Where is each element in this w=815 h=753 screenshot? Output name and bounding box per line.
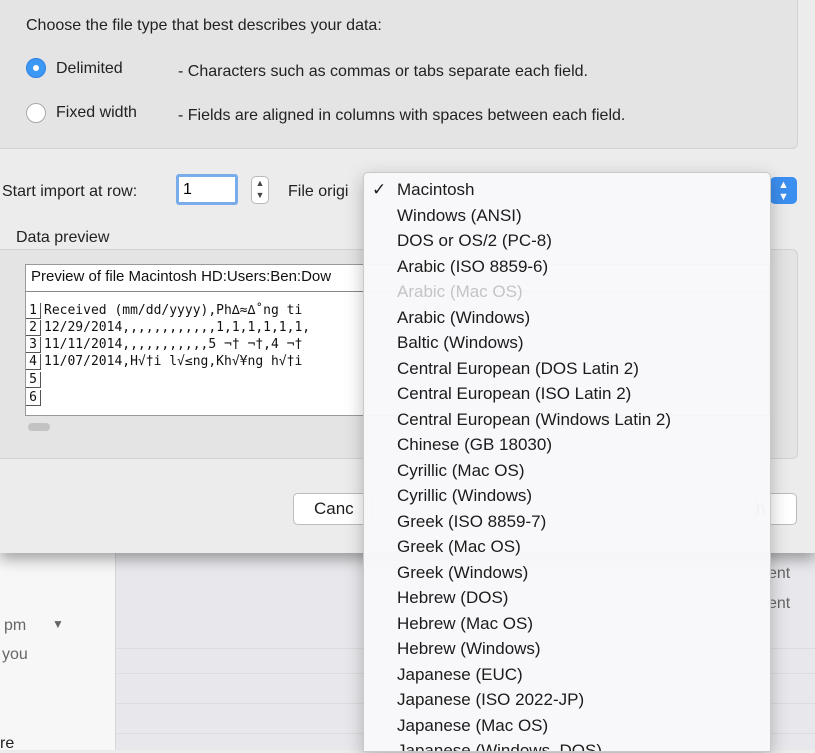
delimited-radio[interactable] <box>26 58 46 78</box>
menu-item-greek-mac[interactable]: Greek (Mac OS) <box>364 537 770 562</box>
preview-row: 1 Received (mm/dd/yyyy),Ph∆≈∆˚ng ti <box>26 303 302 320</box>
start-row-input[interactable] <box>176 174 238 205</box>
row-text: 11/07/2014,H√†i l√≤ng,Kh√¥ng h√†i <box>44 354 303 369</box>
menu-item-chinese-gb[interactable]: Chinese (GB 18030) <box>364 435 770 460</box>
fixed-width-label[interactable]: Fixed width <box>56 104 137 122</box>
preview-row: 2 12/29/2014,,,,,,,,,,,,1,1,1,1,1,1, <box>26 320 310 337</box>
menu-item-japanese-mac[interactable]: Japanese (Mac OS) <box>364 716 770 741</box>
menu-item-cyrillic-windows[interactable]: Cyrillic (Windows) <box>364 486 770 511</box>
chevron-down-icon[interactable]: ▼ <box>52 617 64 631</box>
menu-item-japanese-windows[interactable]: Japanese (Windows, DOS) <box>364 741 770 751</box>
preview-row: 6 <box>26 390 44 407</box>
menu-item-baltic-windows[interactable]: Baltic (Windows) <box>364 333 770 358</box>
file-type-heading: Choose the file type that best describes… <box>26 17 382 34</box>
preview-row: 3 11/11/2014,,,,,,,,,,,5 ¬† ¬†,4 ¬† <box>26 337 302 354</box>
chevron-up-icon: ▲ <box>778 179 789 191</box>
background-text: ent <box>768 595 791 612</box>
row-number: 2 <box>26 320 41 336</box>
delimited-description: - Characters such as commas or tabs sepa… <box>178 63 588 80</box>
menu-item-arabic-windows[interactable]: Arabic (Windows) <box>364 308 770 333</box>
preview-title: Preview of file Macintosh HD:Users:Ben:D… <box>31 268 332 285</box>
menu-item-hebrew-dos[interactable]: Hebrew (DOS) <box>364 588 770 613</box>
file-origin-label: File origi <box>288 183 349 200</box>
menu-item-ce-iso[interactable]: Central European (ISO Latin 2) <box>364 384 770 409</box>
menu-item-macintosh[interactable]: ✓ Macintosh <box>364 180 770 205</box>
menu-item-arabic-mac: Arabic (Mac OS) <box>397 282 523 301</box>
file-origin-popup-button[interactable]: ▲ ▼ <box>770 177 797 204</box>
menu-item-cyrillic-mac[interactable]: Cyrillic (Mac OS) <box>364 461 770 486</box>
menu-item-arabic-iso[interactable]: Arabic (ISO 8859-6) <box>364 257 770 282</box>
menu-item-dos-pc8[interactable]: DOS or OS/2 (PC-8) <box>364 231 770 256</box>
menu-item-ce-dos[interactable]: Central European (DOS Latin 2) <box>364 359 770 384</box>
row-number: 3 <box>26 337 41 353</box>
fixed-width-description: - Fields are aligned in columns with spa… <box>178 107 626 124</box>
menu-item-greek-iso[interactable]: Greek (ISO 8859-7) <box>364 512 770 537</box>
row-text: 11/11/2014,,,,,,,,,,,5 ¬† ¬†,4 ¬† <box>44 337 303 352</box>
menu-item-ce-windows[interactable]: Central European (Windows Latin 2) <box>364 410 770 435</box>
row-number: 5 <box>26 372 41 388</box>
menu-item-hebrew-mac[interactable]: Hebrew (Mac OS) <box>364 614 770 639</box>
fixed-width-radio[interactable] <box>26 103 46 123</box>
row-number: 1 <box>26 303 41 319</box>
menu-item-windows-ansi[interactable]: Windows (ANSI) <box>364 206 770 231</box>
preview-row: 4 11/07/2014,H√†i l√≤ng,Kh√¥ng h√†i <box>26 354 302 371</box>
file-origin-menu[interactable]: ✓ Macintosh Windows (ANSI) DOS or OS/2 (P… <box>363 172 771 752</box>
start-row-stepper[interactable]: ▲ ▼ <box>251 176 269 204</box>
row-text: 12/29/2014,,,,,,,,,,,,1,1,1,1,1,1, <box>44 320 311 335</box>
row-text: Received (mm/dd/yyyy),Ph∆≈∆˚ng ti <box>44 303 303 318</box>
data-preview-label: Data preview <box>16 229 110 246</box>
preview-row: 5 <box>26 372 44 389</box>
cancel-button[interactable]: Canc <box>293 493 373 525</box>
background-text: you <box>2 646 28 663</box>
start-row-label: Start import at row: <box>2 183 138 200</box>
menu-item-greek-windows[interactable]: Greek (Windows) <box>364 563 770 588</box>
chevron-down-icon[interactable]: ▼ <box>252 189 268 201</box>
menu-item-japanese-iso[interactable]: Japanese (ISO 2022-JP) <box>364 690 770 715</box>
checkmark-icon: ✓ <box>372 180 387 199</box>
background-text: ent <box>768 565 791 582</box>
menu-item-hebrew-windows[interactable]: Hebrew (Windows) <box>364 639 770 664</box>
menu-item-label: Macintosh <box>397 180 475 199</box>
scrollbar-thumb[interactable] <box>28 423 50 431</box>
menu-item-japanese-euc[interactable]: Japanese (EUC) <box>364 665 770 690</box>
background-text: pm <box>4 617 27 634</box>
row-number: 6 <box>26 390 41 406</box>
background-text: re <box>0 735 15 752</box>
chevron-down-icon: ▼ <box>778 191 789 203</box>
delimited-label[interactable]: Delimited <box>56 60 123 78</box>
row-number: 4 <box>26 354 41 370</box>
background-sidebar: pm ▼ you re <box>0 553 116 752</box>
chevron-up-icon[interactable]: ▲ <box>252 177 268 189</box>
